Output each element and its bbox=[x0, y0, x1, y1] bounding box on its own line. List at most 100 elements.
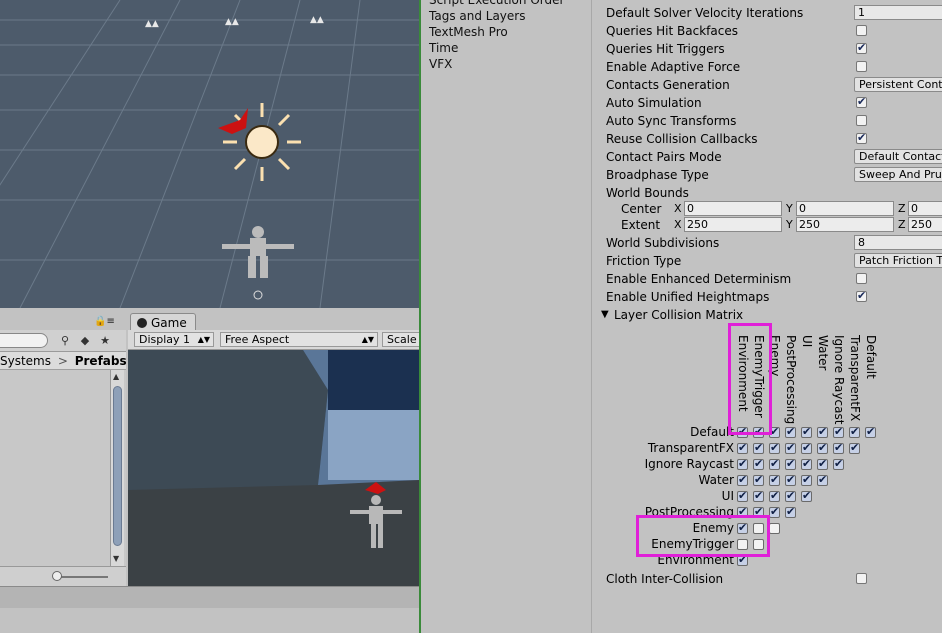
matrix-checkbox[interactable] bbox=[801, 441, 812, 454]
matrix-checkbox[interactable] bbox=[785, 489, 796, 502]
determinism-checkbox[interactable] bbox=[856, 273, 867, 284]
matrix-checkbox[interactable] bbox=[737, 457, 748, 470]
subdivisions-label: World Subdivisions bbox=[606, 236, 720, 250]
matrix-title[interactable]: Layer Collision Matrix bbox=[614, 308, 743, 322]
settings-item-vfx[interactable]: VFX bbox=[429, 57, 589, 73]
matrix-checkbox[interactable] bbox=[753, 441, 764, 454]
matrix-checkbox[interactable] bbox=[769, 441, 780, 454]
center-y-field[interactable]: 0 bbox=[796, 201, 894, 216]
determinism-label: Enable Enhanced Determinism bbox=[606, 272, 792, 286]
foldout-arrow-icon[interactable]: ▼ bbox=[601, 309, 609, 320]
contact-pairs-dropdown[interactable]: Default Contact Pairs bbox=[854, 149, 942, 164]
matrix-column-label: Default bbox=[864, 335, 878, 379]
auto-sync-checkbox[interactable] bbox=[856, 115, 867, 126]
center-x-field[interactable]: 0 bbox=[684, 201, 782, 216]
extent-x-field[interactable]: 250 bbox=[684, 217, 782, 232]
matrix-checkbox[interactable] bbox=[753, 489, 764, 502]
reuse-callbacks-checkbox[interactable] bbox=[856, 131, 867, 144]
hit-triggers-checkbox[interactable] bbox=[856, 41, 867, 54]
scroll-thumb[interactable] bbox=[113, 386, 122, 546]
breadcrumb-systems[interactable]: Systems bbox=[0, 354, 51, 368]
slider-knob[interactable] bbox=[52, 571, 62, 581]
matrix-checkbox[interactable] bbox=[737, 489, 748, 502]
matrix-checkbox[interactable] bbox=[769, 457, 780, 470]
matrix-checkbox[interactable] bbox=[769, 489, 780, 502]
scale-label[interactable]: Scale bbox=[382, 332, 422, 347]
hit-backfaces-checkbox[interactable] bbox=[856, 25, 867, 36]
breadcrumb-prefabs[interactable]: Prefabs bbox=[75, 354, 127, 368]
project-content[interactable] bbox=[0, 370, 126, 566]
aspect-dropdown[interactable]: Free Aspect ▲▼ bbox=[220, 332, 378, 347]
velocity-iterations-label: Default Solver Velocity Iterations bbox=[606, 6, 804, 20]
game-view[interactable] bbox=[128, 350, 419, 586]
search-input[interactable] bbox=[0, 333, 48, 348]
matrix-checkbox[interactable] bbox=[817, 441, 828, 454]
extent-y-field[interactable]: 250 bbox=[796, 217, 894, 232]
matrix-checkbox[interactable] bbox=[817, 457, 828, 470]
matrix-checkbox[interactable] bbox=[785, 425, 796, 438]
hit-triggers-label: Queries Hit Triggers bbox=[606, 42, 725, 56]
project-settings: Script Execution Order Tags and Layers T… bbox=[419, 0, 942, 633]
matrix-checkbox[interactable] bbox=[849, 441, 860, 454]
broadphase-dropdown[interactable]: Sweep And Prune Broadphase bbox=[854, 167, 942, 182]
matrix-checkbox[interactable] bbox=[769, 473, 780, 486]
matrix-checkbox[interactable] bbox=[785, 505, 796, 518]
heightmaps-label: Enable Unified Heightmaps bbox=[606, 290, 770, 304]
matrix-row-label: Ignore Raycast bbox=[644, 457, 734, 471]
matrix-checkbox[interactable] bbox=[801, 457, 812, 470]
contacts-generation-dropdown[interactable]: Persistent Contacts bbox=[854, 77, 942, 92]
slider-track bbox=[54, 576, 108, 578]
matrix-checkbox[interactable] bbox=[817, 473, 828, 486]
matrix-checkbox[interactable] bbox=[801, 473, 812, 486]
center-x-label: X bbox=[674, 202, 682, 215]
project-toolbar: ⚲ ◆ ★ bbox=[0, 330, 126, 352]
scroll-down-icon[interactable]: ▼ bbox=[113, 554, 119, 563]
filter-icon[interactable]: ⚲ bbox=[58, 334, 72, 348]
auto-sync-label: Auto Sync Transforms bbox=[606, 114, 737, 128]
matrix-checkbox[interactable] bbox=[801, 489, 812, 502]
matrix-checkbox[interactable] bbox=[769, 505, 780, 518]
heightmaps-checkbox[interactable] bbox=[856, 289, 867, 302]
subdivisions-field[interactable]: 8 bbox=[854, 235, 942, 250]
center-y-label: Y bbox=[786, 202, 793, 215]
scene-view[interactable]: ▲▲ ▲▲ ▲▲ bbox=[0, 0, 419, 308]
settings-item-tags-and-layers[interactable]: Tags and Layers bbox=[429, 9, 589, 25]
matrix-checkbox[interactable] bbox=[737, 473, 748, 486]
matrix-checkbox[interactable] bbox=[785, 441, 796, 454]
matrix-checkbox[interactable] bbox=[737, 441, 748, 454]
adaptive-force-checkbox[interactable] bbox=[856, 61, 867, 72]
vertical-scrollbar[interactable]: ▲ ▼ bbox=[110, 370, 124, 566]
matrix-checkbox[interactable] bbox=[753, 457, 764, 470]
matrix-checkbox[interactable] bbox=[833, 457, 844, 470]
matrix-checkbox[interactable] bbox=[817, 425, 828, 438]
settings-item-textmesh-pro[interactable]: TextMesh Pro bbox=[429, 25, 589, 41]
matrix-checkbox[interactable] bbox=[833, 441, 844, 454]
game-toolbar: Display 1 ▲▼ Free Aspect ▲▼ Scale bbox=[128, 330, 422, 350]
tab-game[interactable]: Game bbox=[130, 313, 196, 331]
matrix-checkbox[interactable] bbox=[833, 425, 844, 438]
matrix-checkbox[interactable] bbox=[785, 473, 796, 486]
matrix-checkbox[interactable] bbox=[785, 457, 796, 470]
cloth-checkbox[interactable] bbox=[856, 573, 867, 584]
star-icon[interactable]: ★ bbox=[98, 334, 112, 348]
lock-icon[interactable]: 🔒≡ bbox=[94, 316, 115, 327]
matrix-checkbox[interactable] bbox=[769, 523, 780, 534]
display-dropdown[interactable]: Display 1 ▲▼ bbox=[134, 332, 214, 347]
icon-size-slider[interactable] bbox=[0, 566, 126, 586]
panel-divider[interactable] bbox=[591, 0, 592, 633]
friction-type-dropdown[interactable]: Patch Friction Type bbox=[854, 253, 942, 268]
matrix-checkbox[interactable] bbox=[865, 425, 876, 438]
settings-item-time[interactable]: Time bbox=[429, 41, 589, 57]
auto-simulation-checkbox[interactable] bbox=[856, 95, 867, 108]
scroll-up-icon[interactable]: ▲ bbox=[113, 372, 119, 381]
cloth-label: Cloth Inter-Collision bbox=[606, 572, 724, 586]
matrix-checkbox[interactable] bbox=[801, 425, 812, 438]
extent-z-label: Z bbox=[898, 218, 906, 231]
matrix-checkbox[interactable] bbox=[849, 425, 860, 438]
velocity-iterations-field[interactable]: 1 bbox=[854, 5, 942, 20]
matrix-checkbox[interactable] bbox=[753, 473, 764, 486]
center-z-field[interactable]: 0 bbox=[908, 201, 942, 216]
extent-z-field[interactable]: 250 bbox=[908, 217, 942, 232]
settings-item-script-execution-order[interactable]: Script Execution Order bbox=[429, 0, 589, 9]
label-icon[interactable]: ◆ bbox=[78, 334, 92, 348]
